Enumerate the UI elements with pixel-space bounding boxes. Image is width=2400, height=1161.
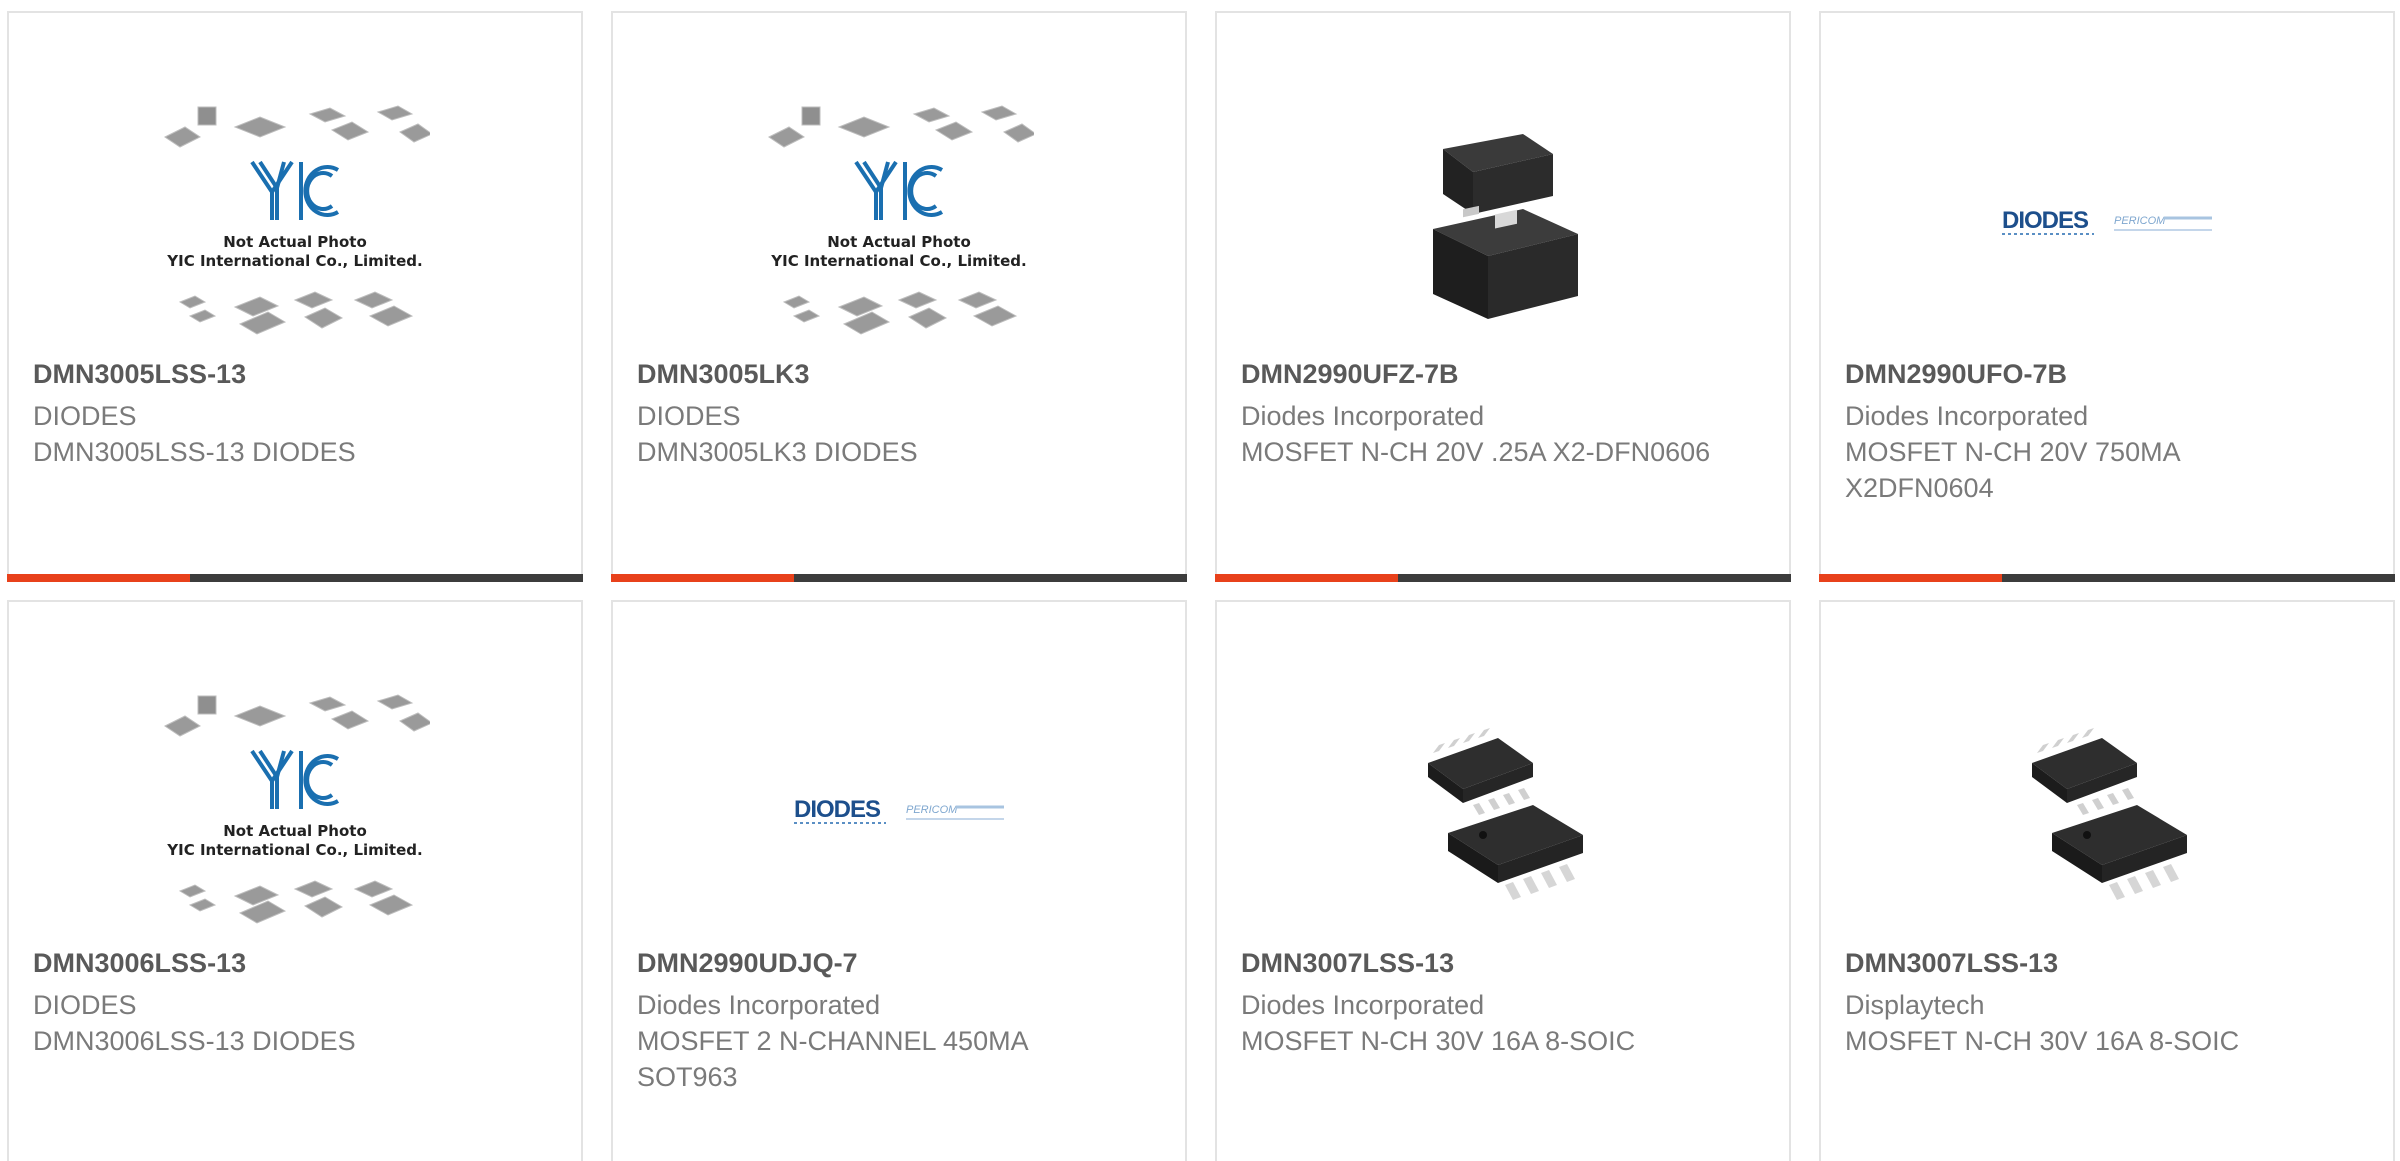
part-number[interactable]: DMN3005LSS-13 [33, 358, 513, 390]
manufacturer: Diodes Incorporated [1241, 401, 1485, 432]
description: DMN3005LSS-13 DIODES [33, 437, 356, 468]
part-number[interactable]: DMN2990UFZ-7B [1241, 358, 1721, 390]
svg-text:YIC International Co., Limited: YIC International Co., Limited. [166, 252, 422, 270]
card-bottom-bar [1819, 574, 2395, 582]
product-info: DMN2990UFZ-7B Diodes Incorporated MOSFET… [1241, 358, 1721, 470]
description: DMN3005LK3 DIODES [637, 437, 918, 468]
part-number[interactable]: DMN3007LSS-13 [1241, 947, 1721, 979]
product-image: DIODES PERICOM [764, 678, 1034, 948]
card-bottom-bar [7, 574, 583, 582]
product-info: DMN2990UDJQ-7 Diodes Incorporated MOSFET… [637, 947, 1117, 1095]
product-image: Not Actual Photo YIC International Co., … [764, 89, 1034, 359]
manufacturer: Diodes Incorporated [637, 990, 881, 1021]
description: DMN3006LSS-13 DIODES [33, 1026, 356, 1057]
product-image: DIODES PERICOM [1972, 89, 2242, 359]
yic-placeholder-icon: Not Actual Photo YIC International Co., … [768, 104, 1034, 335]
product-grid: Not Actual Photo YIC International Co., … [0, 0, 2400, 1161]
product-card[interactable]: DMN2990UFZ-7B Diodes Incorporated MOSFET… [1215, 11, 1791, 582]
product-info: DMN3007LSS-13 Diodes Incorporated MOSFET… [1241, 947, 1721, 1059]
part-number[interactable]: DMN2990UFO-7B [1845, 358, 2325, 390]
manufacturer: DIODES [33, 990, 137, 1021]
part-number[interactable]: DMN3005LK3 [637, 358, 1117, 390]
manufacturer: DIODES [637, 401, 741, 432]
product-info: DMN3005LK3 DIODES DMN3005LK3 DIODES [637, 358, 1117, 470]
product-image [1972, 678, 2242, 948]
svg-text:PERICOM: PERICOM [906, 804, 958, 816]
svg-text:DIODES: DIODES [2002, 207, 2089, 234]
card-accent-bar [7, 574, 190, 582]
product-image: Not Actual Photo YIC International Co., … [160, 678, 430, 948]
product-card[interactable]: Not Actual Photo YIC International Co., … [7, 600, 583, 1161]
diodes-logo-icon: DIODES PERICOM [794, 796, 1004, 824]
svg-text:Not Actual Photo: Not Actual Photo [223, 233, 367, 251]
description: MOSFET 2 N-CHANNEL 450MA SOT963 [637, 1026, 1028, 1093]
product-card[interactable]: DMN3007LSS-13 Diodes Incorporated MOSFET… [1215, 600, 1791, 1161]
card-bottom-bar [611, 574, 1187, 582]
card-accent-bar [1819, 574, 2002, 582]
product-card[interactable]: Not Actual Photo YIC International Co., … [611, 11, 1187, 582]
product-info: DMN3006LSS-13 DIODES DMN3006LSS-13 DIODE… [33, 947, 513, 1059]
manufacturer: Diodes Incorporated [1241, 990, 1485, 1021]
svg-text:Not Actual Photo: Not Actual Photo [223, 822, 367, 840]
soic8-package-icon [1428, 728, 1583, 900]
manufacturer: Diodes Incorporated [1845, 401, 2089, 432]
product-card[interactable]: DIODES PERICOM DMN2990UDJQ-7 Diodes Inco… [611, 600, 1187, 1161]
description: MOSFET N-CH 20V .25A X2-DFN0606 [1241, 437, 1711, 468]
svg-text:YIC International Co., Limited: YIC International Co., Limited. [166, 841, 422, 859]
diodes-logo-icon: DIODES PERICOM [2002, 207, 2212, 235]
product-card[interactable]: Not Actual Photo YIC International Co., … [7, 11, 583, 582]
product-info: DMN3007LSS-13 Displaytech MOSFET N-CH 30… [1845, 947, 2325, 1059]
yic-placeholder-icon: Not Actual Photo YIC International Co., … [164, 693, 430, 924]
manufacturer: DIODES [33, 401, 137, 432]
svg-text:YIC International Co., Limited: YIC International Co., Limited. [770, 252, 1026, 270]
description: MOSFET N-CH 30V 16A 8-SOIC [1845, 1026, 2240, 1057]
part-number[interactable]: DMN2990UDJQ-7 [637, 947, 1117, 979]
part-number[interactable]: DMN3007LSS-13 [1845, 947, 2325, 979]
part-number[interactable]: DMN3006LSS-13 [33, 947, 513, 979]
card-accent-bar [611, 574, 794, 582]
card-accent-bar [1215, 574, 1398, 582]
manufacturer: Displaytech [1845, 990, 1985, 1021]
product-info: DMN3005LSS-13 DIODES DMN3005LSS-13 DIODE… [33, 358, 513, 470]
card-bottom-bar [1215, 574, 1791, 582]
product-card[interactable]: DIODES PERICOM DMN2990UFO-7B Diodes Inco… [1819, 11, 2395, 582]
yic-placeholder-icon: Not Actual Photo YIC International Co., … [164, 104, 430, 335]
soic8-package-icon [2032, 728, 2187, 900]
description: MOSFET N-CH 30V 16A 8-SOIC [1241, 1026, 1636, 1057]
product-image [1368, 89, 1638, 359]
dfn-package-icon [1433, 134, 1578, 319]
svg-text:PERICOM: PERICOM [2114, 215, 2166, 227]
svg-text:DIODES: DIODES [794, 796, 881, 823]
product-card[interactable]: DMN3007LSS-13 Displaytech MOSFET N-CH 30… [1819, 600, 2395, 1161]
description: MOSFET N-CH 20V 750MA X2DFN0604 [1845, 437, 2180, 504]
product-image: Not Actual Photo YIC International Co., … [160, 89, 430, 359]
product-info: DMN2990UFO-7B Diodes Incorporated MOSFET… [1845, 358, 2325, 506]
svg-text:Not Actual Photo: Not Actual Photo [827, 233, 971, 251]
product-image [1368, 678, 1638, 948]
